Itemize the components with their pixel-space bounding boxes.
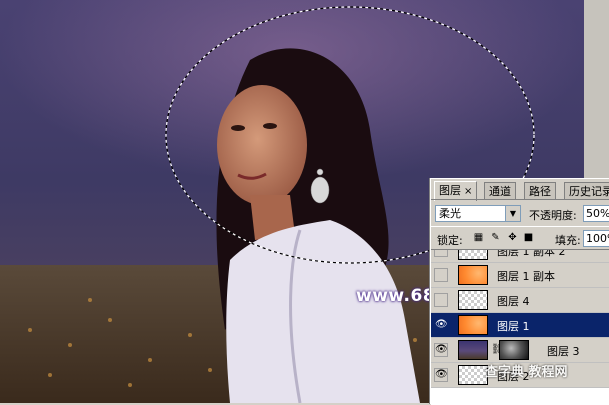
lock-all-icon[interactable]: ■	[523, 232, 534, 243]
lock-move-icon[interactable]: ✥	[507, 232, 518, 243]
layer-thumbnail	[458, 315, 488, 335]
panel-tabs: 图层 × 通道 路径 历史记录	[431, 181, 609, 201]
eye-icon[interactable]: 👁	[434, 343, 448, 357]
blend-mode-select[interactable]: 柔光 ▼	[435, 205, 521, 222]
corner-watermark: 查字典 教程网	[485, 365, 568, 380]
visibility-toggle[interactable]	[434, 268, 448, 282]
layer-thumbnail	[458, 340, 488, 360]
workspace-background	[584, 0, 609, 180]
layer-thumbnail	[458, 365, 488, 385]
fill-field[interactable]: 100%	[583, 230, 609, 247]
tab-paths-label: 路径	[529, 185, 551, 198]
layer-name: 图层 4	[497, 295, 530, 308]
layer-row[interactable]: 图层 4	[431, 288, 609, 313]
lock-transparent-icon[interactable]: ▦	[473, 232, 484, 243]
close-icon[interactable]: ×	[464, 186, 472, 197]
blend-mode-value: 柔光	[439, 207, 461, 220]
eye-icon[interactable]: 👁	[434, 318, 448, 332]
eye-icon[interactable]: 👁	[434, 368, 448, 382]
layer-list: 图层 1 副本 2 图层 1 副本 图层 4 👁 图层 1 👁 ⛓ 图层 3 👁	[431, 249, 609, 405]
visibility-toggle[interactable]	[434, 250, 448, 257]
tab-history-label: 历史记录	[569, 185, 609, 198]
tab-paths[interactable]: 路径	[524, 182, 556, 200]
tab-layers-label: 图层	[439, 184, 461, 197]
layer-mask-thumbnail[interactable]	[499, 340, 529, 360]
tab-layers[interactable]: 图层 ×	[434, 181, 478, 201]
layer-thumbnail	[458, 290, 488, 310]
lock-row: 锁定: ▦ ✎ ✥ ■ 填充: 100%	[431, 226, 609, 249]
layer-name: 图层 1 副本	[497, 270, 555, 283]
tab-divider	[431, 199, 609, 200]
tab-channels[interactable]: 通道	[484, 182, 516, 200]
opacity-field[interactable]: 50%	[583, 205, 609, 222]
layer-thumbnail	[458, 265, 488, 285]
layer-name: 图层 3	[547, 345, 580, 358]
lock-label: 锁定:	[437, 234, 463, 247]
layer-row[interactable]: 图层 1 副本	[431, 263, 609, 288]
opacity-label: 不透明度:	[529, 209, 577, 222]
chevron-down-icon[interactable]: ▼	[505, 206, 520, 221]
visibility-toggle[interactable]	[434, 293, 448, 307]
layer-row-selected[interactable]: 👁 图层 1	[431, 313, 609, 338]
layer-name: 图层 1	[497, 320, 530, 333]
tab-channels-label: 通道	[489, 185, 511, 198]
layer-thumbnail	[458, 250, 488, 260]
layer-name: 图层 1 副本 2	[497, 249, 566, 258]
fill-label: 填充:	[555, 234, 581, 247]
layer-row[interactable]: 👁 ⛓ 图层 3	[431, 338, 609, 363]
layer-row[interactable]: 图层 1 副本 2	[431, 249, 609, 263]
tab-history[interactable]: 历史记录	[564, 182, 609, 200]
lock-paint-brush-icon[interactable]: ✎	[490, 232, 501, 243]
